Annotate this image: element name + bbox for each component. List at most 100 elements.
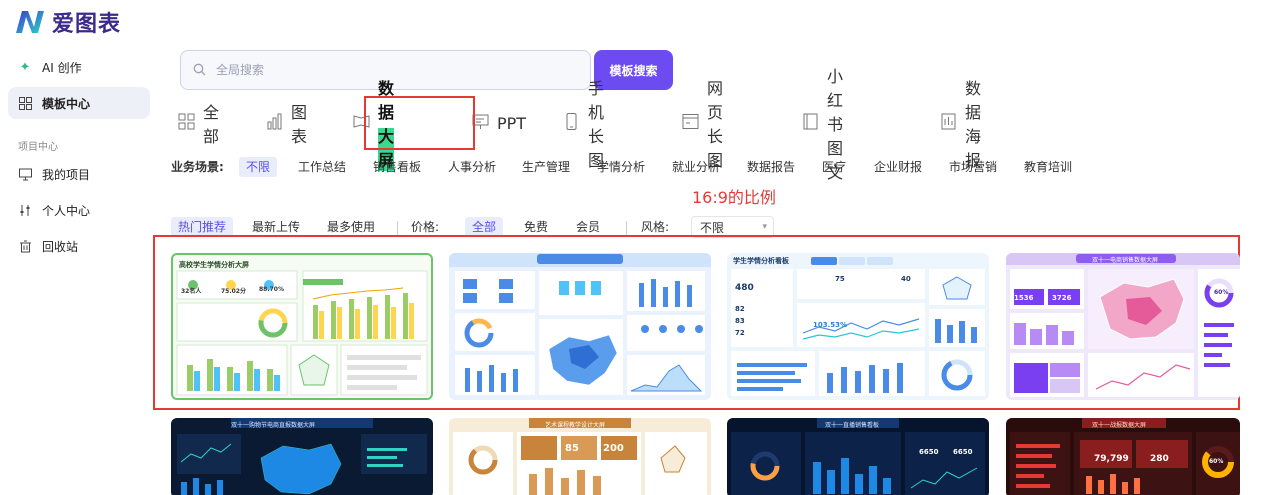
stat-value: 1536: [1014, 294, 1034, 302]
sort-option[interactable]: 最新上传: [252, 217, 300, 237]
template-card[interactable]: 双十一战报数据大屏 79,799 280 60%: [1006, 418, 1240, 495]
sidebar-item-label: 模板中心: [42, 96, 91, 111]
template-title: 双十一战报数据大屏: [1092, 422, 1147, 429]
stat-value: 82: [735, 305, 745, 313]
template-title: 双十一购物节电商直报数据大屏: [231, 422, 316, 429]
sort-option[interactable]: 热门推荐: [171, 217, 234, 237]
browser-icon: [682, 113, 699, 134]
template-card[interactable]: 高校学生学情分析大屏 32名人 75.02分 88.70%: [171, 253, 433, 400]
template-card[interactable]: 双十一购物节电商直报数据大屏: [171, 418, 433, 495]
template-search-button[interactable]: 模板搜索: [594, 50, 673, 90]
stat-value: 3726: [1052, 294, 1072, 302]
tab-mobile-long-image[interactable]: 手机长图: [563, 79, 604, 170]
price-option[interactable]: 免费: [524, 217, 548, 237]
grid-icon: [18, 96, 32, 110]
tab-ppt[interactable]: PPT: [472, 108, 526, 138]
sidebar-item-label: 我的项目: [42, 167, 91, 182]
scene-option[interactable]: 生产管理: [522, 157, 570, 177]
scene-option[interactable]: 人事分析: [448, 157, 496, 177]
monitor-icon: [18, 167, 32, 181]
stat-value: 6650: [919, 448, 939, 456]
bar-chart-icon: [266, 113, 283, 134]
scene-option[interactable]: 医疗: [822, 157, 846, 177]
tab-label: PPT: [497, 113, 527, 133]
stat-value: 40: [901, 275, 911, 283]
template-card[interactable]: 双十一电商销售数据大屏 1536 3726 60%: [1006, 253, 1240, 400]
sort-option[interactable]: 最多使用: [327, 217, 375, 237]
style-filter-label: 风格:: [641, 220, 670, 234]
tab-charts[interactable]: 图表: [266, 103, 307, 146]
book-icon: [802, 113, 819, 134]
brand-name: 爱图表: [52, 12, 122, 37]
tab-label: 图表: [291, 103, 308, 146]
annotation-box: [364, 96, 475, 150]
tab-xiaohongshu[interactable]: 小红书图文: [802, 67, 843, 182]
scene-option[interactable]: 数据报告: [747, 157, 795, 177]
sidebar-section-title: 项目中心: [18, 142, 58, 153]
scene-option[interactable]: 教育培训: [1024, 157, 1072, 177]
document-icon: [940, 113, 957, 134]
tab-web-long-image[interactable]: 网页长图: [682, 79, 723, 170]
template-title: 艺术课程教学设计大屏: [545, 422, 606, 429]
search-icon: [193, 61, 206, 80]
brand-logo[interactable]: 爱图表: [14, 6, 121, 38]
stat-value: 75.02分: [221, 288, 246, 295]
scene-option[interactable]: 市场营销: [949, 157, 997, 177]
search-input[interactable]: [216, 63, 576, 77]
stat-value: 79,799: [1094, 454, 1129, 464]
logo-mark-icon: [16, 11, 44, 33]
annotation-text: 16:9的比例: [692, 188, 776, 207]
template-title: 学生学情分析看板: [733, 257, 789, 265]
template-thumbnail: [731, 257, 985, 396]
sidebar: 爱图表 ✦ AI 创作 模板中心 项目中心 我的项目 个人中心 回收站: [0, 0, 160, 495]
stat-value: 85: [565, 443, 579, 454]
sidebar-item-ai-create[interactable]: ✦ AI 创作: [8, 51, 150, 83]
grid-icon: [178, 113, 195, 134]
template-thumbnail: [176, 270, 428, 396]
trash-icon: [18, 239, 32, 253]
scene-option[interactable]: 就业分析: [672, 157, 720, 177]
price-option[interactable]: 会员: [576, 217, 600, 237]
scene-option[interactable]: 企业财报: [874, 157, 922, 177]
scene-filter-label: 业务场景:: [171, 160, 224, 174]
chevron-down-icon: ▾: [762, 222, 767, 232]
template-title: 双十一直播销售看板: [825, 422, 880, 429]
template-card[interactable]: 双十一直播销售看板 6650 6650: [727, 418, 989, 495]
scene-filter-row: 业务场景: 不限 工作总结 销售看板 人事分析 生产管理 学情分析 就业分析 数…: [171, 157, 1171, 177]
sidebar-item-label: 回收站: [42, 239, 79, 254]
price-option[interactable]: 全部: [465, 217, 504, 237]
template-thumbnail: [731, 418, 985, 495]
stat-value: 60%: [1214, 289, 1229, 296]
stat-value: 200: [603, 443, 624, 454]
template-card[interactable]: 艺术课程教学设计大屏 85 200: [449, 418, 711, 495]
sidebar-item-template-center[interactable]: 模板中心: [8, 87, 150, 119]
divider: [626, 221, 627, 235]
stat-value: 6650: [953, 448, 973, 456]
stat-value: 72: [735, 329, 745, 337]
sidebar-item-recycle-bin[interactable]: 回收站: [8, 230, 150, 262]
stat-value: 32名人: [181, 288, 202, 295]
stat-value: 88.70%: [259, 286, 284, 293]
template-title: 高校学生学情分析大屏: [179, 261, 249, 269]
stat-value: 83: [735, 317, 745, 325]
tab-all[interactable]: 全部: [178, 103, 219, 146]
scene-option[interactable]: 学情分析: [597, 157, 645, 177]
divider: [397, 221, 398, 235]
tab-data-poster[interactable]: 数据海报: [940, 79, 981, 170]
sidebar-item-label: AI 创作: [42, 60, 82, 75]
sidebar-item-personal-center[interactable]: 个人中心: [8, 194, 150, 226]
scene-option[interactable]: 工作总结: [298, 157, 346, 177]
template-thumbnail: [449, 253, 711, 395]
template-card[interactable]: [449, 253, 711, 400]
template-thumbnail: [1006, 253, 1240, 397]
scene-option[interactable]: 不限: [239, 157, 278, 177]
stat-value: 280: [1150, 454, 1169, 464]
template-thumbnail: [177, 418, 427, 495]
scene-option[interactable]: 销售看板: [373, 157, 421, 177]
stat-value: 480: [735, 283, 754, 293]
template-thumbnail: [453, 418, 707, 495]
style-select-value: 不限: [700, 220, 725, 235]
template-card[interactable]: 学生学情分析看板 480 82 83 72 75 40 103.53%: [727, 253, 989, 400]
sidebar-item-my-projects[interactable]: 我的项目: [8, 158, 150, 190]
sliders-icon: [18, 203, 32, 217]
